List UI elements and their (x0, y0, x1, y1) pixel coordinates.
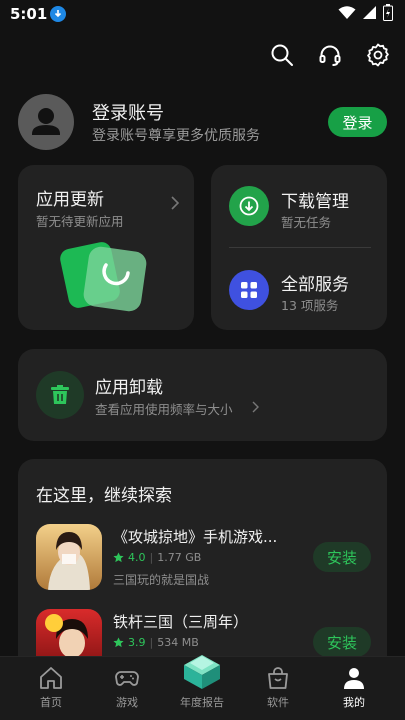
search-icon[interactable] (269, 42, 295, 68)
quick-services-card: 下载管理 暂无任务 全部服务 13 项服务 (211, 165, 387, 330)
grid-apps-icon (229, 270, 269, 310)
nav-label: 软件 (267, 696, 289, 709)
shopping-bag-icon (268, 667, 288, 689)
annual-report-icon (184, 655, 220, 689)
bottom-navigation: 首页 游戏 年度报告 软件 我的 (0, 655, 405, 720)
avatar[interactable] (18, 94, 74, 150)
app-rating: 4.0 (128, 551, 146, 564)
meta-separator: | (149, 551, 154, 564)
explore-card: 在这里，继续探索 《攻城掠地》手机游戏... 4.0 | 1.77 GB 三国玩… (18, 459, 387, 679)
app-update-title: 应用更新 (36, 190, 104, 210)
all-services-title: 全部服务 (281, 275, 349, 295)
trash-icon (36, 371, 84, 419)
meta-separator: | (149, 636, 154, 649)
status-bar: 5:01 (0, 0, 405, 28)
app-icon[interactable] (36, 524, 102, 590)
app-uninstall-subtitle: 查看应用使用频率与大小 (95, 402, 233, 417)
star-icon (113, 637, 124, 648)
status-time: 5:01 (10, 5, 48, 23)
customer-service-icon[interactable] (317, 42, 343, 68)
nav-annual-report[interactable]: 年度报告 (167, 651, 237, 710)
nav-software[interactable]: 软件 (243, 665, 313, 710)
app-uninstall-title: 应用卸载 (95, 378, 163, 398)
nav-mine[interactable]: 我的 (319, 665, 389, 710)
update-illustration-icon (60, 242, 147, 312)
download-icon (229, 186, 269, 226)
app-name: 铁杆三国（三周年） (113, 613, 249, 631)
chevron-right-icon (171, 196, 180, 210)
account-subtitle: 登录账号尊享更多优质服务 (92, 128, 260, 144)
app-size: 534 MB (157, 636, 199, 649)
app-update-subtitle: 暂无待更新应用 (36, 214, 124, 229)
account-title: 登录账号 (92, 103, 164, 124)
all-services-subtitle: 13 项服务 (281, 298, 339, 313)
top-toolbar (269, 42, 391, 68)
nav-games[interactable]: 游戏 (92, 665, 162, 710)
battery-icon (383, 4, 393, 21)
download-management-subtitle: 暂无任务 (281, 215, 332, 230)
app-size: 1.77 GB (157, 551, 202, 564)
download-management-item[interactable]: 下载管理 暂无任务 (211, 165, 387, 247)
nav-home[interactable]: 首页 (16, 665, 86, 710)
account-section[interactable]: 登录账号 登录账号尊享更多优质服务 登录 (18, 94, 387, 152)
download-notification-icon (50, 6, 66, 22)
all-services-item[interactable]: 全部服务 13 项服务 (211, 248, 387, 330)
download-management-title: 下载管理 (281, 192, 349, 212)
explore-title: 在这里，继续探索 (36, 486, 172, 506)
chevron-right-icon (252, 401, 259, 413)
signal-icon (363, 6, 376, 19)
install-button[interactable]: 安装 (313, 627, 371, 657)
home-icon (40, 667, 62, 689)
wifi-icon (338, 6, 356, 19)
gamepad-icon (115, 671, 139, 686)
login-button[interactable]: 登录 (328, 107, 387, 137)
install-button[interactable]: 安装 (313, 542, 371, 572)
app-uninstall-card[interactable]: 应用卸载 查看应用使用频率与大小 (18, 349, 387, 441)
app-meta: 3.9 | 534 MB (113, 636, 199, 649)
app-meta: 4.0 | 1.77 GB (113, 551, 201, 564)
app-rating: 3.9 (128, 636, 146, 649)
nav-label: 首页 (40, 696, 62, 709)
person-icon (344, 668, 364, 689)
app-name: 《攻城掠地》手机游戏... (113, 528, 278, 546)
nav-label: 我的 (343, 696, 365, 709)
nav-label: 游戏 (116, 696, 138, 709)
app-update-card[interactable]: 应用更新 暂无待更新应用 (18, 165, 194, 330)
star-icon (113, 552, 124, 563)
nav-label: 年度报告 (180, 696, 224, 709)
app-description: 三国玩的就是国战 (113, 573, 210, 587)
settings-gear-icon[interactable] (365, 42, 391, 68)
list-item[interactable]: 《攻城掠地》手机游戏... 4.0 | 1.77 GB 三国玩的就是国战 安装 (36, 524, 371, 594)
